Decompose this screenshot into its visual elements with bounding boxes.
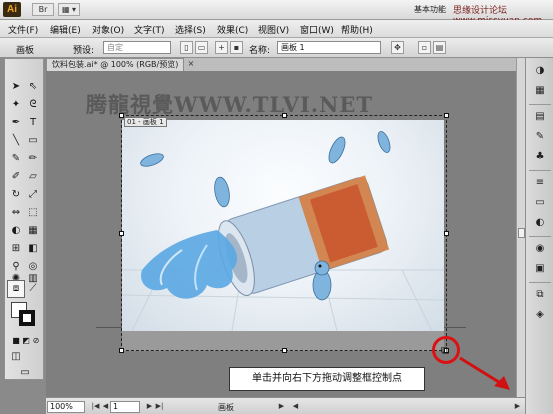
menu-select[interactable]: 选择(S): [175, 23, 206, 36]
blob-brush-tool-icon[interactable]: ✐: [8, 169, 24, 185]
pen-tool-icon[interactable]: ✒: [8, 115, 24, 131]
menu-view[interactable]: 视图(V): [258, 23, 289, 36]
preset-label: 预设:: [73, 46, 95, 56]
hscroll-left-icon[interactable]: ◀: [290, 401, 301, 412]
vertical-scroll-thumb[interactable]: [518, 228, 525, 238]
direct-selection-tool-icon[interactable]: ⇖: [25, 79, 41, 95]
handle-middle-right[interactable]: [444, 231, 449, 236]
scale-tool-icon[interactable]: ⤢: [25, 187, 41, 203]
control-bar: 画板 预设: 自定 ▯ ▭ + ▪ 名称: 画板 1 ✥ ▫ ▤: [0, 38, 553, 58]
slice-tool-icon[interactable]: ⟋: [25, 281, 41, 297]
eraser-tool-icon[interactable]: ▱: [25, 169, 41, 185]
line-tool-icon[interactable]: ╲: [8, 133, 24, 149]
status-menu-icon[interactable]: ▶: [276, 401, 287, 412]
document-tab-bar: 饮料包装.ai* @ 100% (RGB/预览) ×: [46, 58, 516, 71]
draw-mode-icon[interactable]: ◫: [8, 349, 24, 365]
layers-panel-icon[interactable]: ◈: [532, 308, 548, 322]
move-copy-icon[interactable]: ▫: [418, 41, 431, 54]
title-bar: Ai Br ▦ ▾ 基本功能 思缘设计论坛 www.missyuan.com: [0, 0, 553, 26]
new-artboard-icon[interactable]: +: [215, 41, 228, 54]
hscroll-right-icon[interactable]: ▶: [512, 401, 523, 412]
type-tool-icon[interactable]: T: [25, 115, 41, 131]
artboard-name-input[interactable]: 画板 1: [277, 41, 381, 54]
name-label: 名称:: [249, 46, 271, 56]
portrait-icon[interactable]: ▯: [180, 41, 193, 54]
transparency-panel-icon[interactable]: ◐: [532, 216, 548, 230]
menu-help[interactable]: 帮助(H): [341, 23, 373, 36]
panel-dock: ◑ ▦ ▤ ✎ ♣ ≡ ▭ ◐ ◉ ▣ ⧉ ◈: [525, 58, 553, 414]
rotate-tool-icon[interactable]: ↻: [8, 187, 24, 203]
graphic-styles-panel-icon[interactable]: ▣: [532, 262, 548, 276]
artboard-number-select[interactable]: 1: [110, 401, 140, 413]
free-transform-tool-icon[interactable]: ⬚: [25, 205, 41, 221]
resize-cursor-icon: ⧉: [441, 344, 449, 357]
dock-divider: [529, 236, 551, 237]
stroke-panel-icon[interactable]: ≡: [532, 176, 548, 190]
width-tool-icon[interactable]: ⇔: [8, 205, 24, 221]
dock-divider: [529, 104, 551, 105]
artboard-bounding-box[interactable]: [121, 115, 447, 351]
stroke-swatch[interactable]: [19, 310, 35, 326]
preset-select[interactable]: 自定: [103, 41, 171, 54]
status-mode-label: 画板: [218, 403, 234, 412]
handle-top-left[interactable]: [119, 113, 124, 118]
artboards-panel-icon[interactable]: ⧉: [532, 288, 548, 302]
arrange-documents-button[interactable]: ▦ ▾: [58, 3, 80, 16]
dock-divider: [529, 170, 551, 171]
delete-artboard-icon[interactable]: ▪: [230, 41, 243, 54]
magic-wand-tool-icon[interactable]: ✦: [8, 97, 24, 113]
handle-top-center[interactable]: [282, 113, 287, 118]
menu-file[interactable]: 文件(F): [8, 23, 38, 36]
mesh-tool-icon[interactable]: ⊞: [8, 241, 24, 257]
perspective-grid-tool-icon[interactable]: ▦: [25, 223, 41, 239]
status-bar: 100% |◀ ◀ 1 ▶ ▶| 画板 ▶ ◀ ▶: [46, 397, 525, 414]
bridge-button[interactable]: Br: [32, 3, 54, 16]
screen-mode-icon[interactable]: ▭: [17, 365, 33, 381]
instruction-callout: 单击并向右下方拖动调整框控制点: [229, 367, 425, 391]
lasso-tool-icon[interactable]: ᘓ: [25, 97, 41, 113]
menu-edit[interactable]: 编辑(E): [50, 23, 81, 36]
swatches-panel-icon[interactable]: ▤: [532, 110, 548, 124]
menu-object[interactable]: 对象(O): [92, 23, 124, 36]
dock-divider: [529, 282, 551, 283]
paintbrush-tool-icon[interactable]: ✎: [8, 151, 24, 167]
workspace-switcher[interactable]: 基本功能: [414, 4, 446, 15]
drag-arrow-icon: [459, 356, 510, 390]
zoom-select[interactable]: 100%: [47, 401, 85, 413]
menu-window[interactable]: 窗口(W): [300, 23, 334, 36]
artboard-options-icon[interactable]: ▤: [433, 41, 446, 54]
selection-tool-icon[interactable]: ➤: [8, 79, 24, 95]
menu-bar: 文件(F) 编辑(E) 对象(O) 文字(T) 选择(S) 效果(C) 视图(V…: [0, 20, 553, 38]
handle-middle-left[interactable]: [119, 231, 124, 236]
handle-top-right[interactable]: [444, 113, 449, 118]
landscape-icon[interactable]: ▭: [195, 41, 208, 54]
vertical-scrollbar[interactable]: [516, 58, 525, 397]
panel-label: 画板: [16, 46, 35, 56]
handle-bottom-left[interactable]: [119, 348, 124, 353]
pencil-tool-icon[interactable]: ✏: [25, 151, 41, 167]
canvas-area[interactable]: 腾龍視覺WWW.TLVI.NET 01 - 画板 1 ⧉ 单击并向右下方拖动调整…: [46, 71, 516, 397]
brushes-panel-icon[interactable]: ✎: [532, 130, 548, 144]
reference-point-icon[interactable]: ✥: [391, 41, 404, 54]
menu-type[interactable]: 文字(T): [134, 23, 165, 36]
gradient-panel-icon[interactable]: ▭: [532, 196, 548, 210]
shape-builder-tool-icon[interactable]: ◐: [8, 223, 24, 239]
artboard-tool-icon[interactable]: ⧈: [7, 280, 25, 298]
artboard-label: 01 - 画板 1: [124, 117, 167, 127]
symbols-panel-icon[interactable]: ♣: [532, 150, 548, 164]
handle-bottom-center[interactable]: [282, 348, 287, 353]
appearance-panel-icon[interactable]: ◉: [532, 242, 548, 256]
none-mode-icon[interactable]: ⊘: [28, 333, 44, 349]
color-guide-icon[interactable]: ▦: [532, 84, 548, 98]
menu-effect[interactable]: 效果(C): [217, 23, 248, 36]
tools-panel: ➤ ⇖ ✦ ᘓ ✒ T ╲ ▭ ✎ ✏ ✐ ▱ ↻ ⤢ ⇔ ⬚ ◐ ▦ ⊞ ◧ …: [4, 58, 44, 380]
app-logo: Ai: [3, 2, 21, 17]
rectangle-tool-icon[interactable]: ▭: [25, 133, 41, 149]
color-panel-icon[interactable]: ◑: [532, 64, 548, 78]
last-artboard-icon[interactable]: ▶|: [154, 401, 165, 412]
gradient-tool-icon[interactable]: ◧: [25, 241, 41, 257]
document-tab[interactable]: 饮料包装.ai* @ 100% (RGB/预览): [46, 58, 184, 71]
close-tab-icon[interactable]: ×: [186, 59, 196, 69]
